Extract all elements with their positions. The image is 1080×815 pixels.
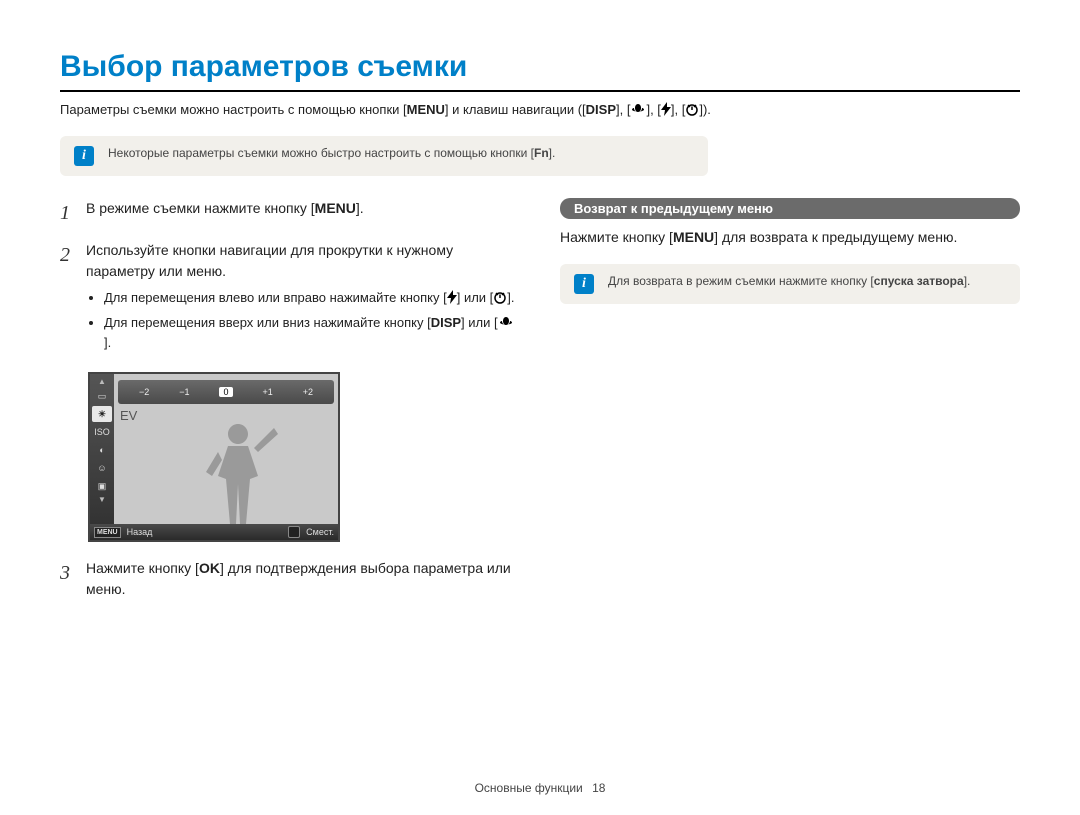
step-2-bullet-1: Для перемещения влево или вправо нажимай… (104, 288, 520, 308)
side-item-ev-selected: ☀ (92, 406, 112, 422)
scroll-up-arrow: ▲ (98, 378, 106, 386)
step-2-text: Используйте кнопки навигации для прокрут… (86, 242, 453, 279)
step-3-body: Нажмите кнопку [OK] для подтверждения вы… (86, 558, 520, 600)
step-1-prefix: В режиме съемки нажмите кнопку [ (86, 200, 315, 216)
step-1-number: 1 (60, 198, 76, 228)
timer-icon (685, 102, 699, 116)
timer-icon (493, 290, 507, 304)
intro-prefix: Параметры съемки можно настроить с помощ… (60, 102, 407, 117)
right-note-box: i Для возврата в режим съемки нажмите кн… (560, 264, 1020, 304)
screen-canvas: −2 −1 0 +1 +2 EV (114, 374, 338, 524)
ok-button-label: OK (199, 560, 220, 576)
disp-button-label: DISP (586, 102, 616, 117)
right-note-suffix: ]. (964, 274, 971, 288)
return-prefix: Нажмите кнопку [ (560, 229, 673, 245)
side-item-metering: ▣ (92, 478, 112, 494)
page-title: Выбор параметров съемки (60, 50, 1020, 92)
return-text: Нажмите кнопку [MENU] для возврата к пре… (560, 227, 1020, 248)
menu-button-label: MENU (407, 102, 445, 117)
top-note-box: i Некоторые параметры съемки можно быстр… (60, 136, 708, 176)
ev-tick-selected: 0 (219, 387, 232, 397)
fn-button-label: Fn (534, 146, 549, 160)
b2-mid: ] или [ (461, 315, 498, 330)
two-column-layout: 1 В режиме съемки нажмите кнопку [MENU].… (60, 198, 1020, 613)
ev-tick: +1 (262, 387, 272, 397)
step-3: 3 Нажмите кнопку [OK] для подтверждения … (60, 558, 520, 600)
flash-icon (447, 290, 457, 304)
footer-back-label: Назад (127, 527, 153, 537)
screen-sidebar: ▲ ▭ ☀ ISO ◐ ☺ ▣ ▼ (90, 374, 114, 524)
intro-sep2: ], [ (646, 102, 660, 117)
macro-icon (498, 315, 514, 329)
b2-prefix: Для перемещения вверх или вниз нажимайте… (104, 315, 431, 330)
right-note-prefix: Для возврата в режим съемки нажмите кноп… (608, 274, 874, 288)
footer-move-label: Смест. (306, 527, 334, 537)
return-heading: Возврат к предыдущему меню (560, 198, 1020, 219)
side-item-wb: ◐ (92, 442, 112, 458)
footer-nav-chip (288, 526, 300, 538)
intro-paragraph: Параметры съемки можно настроить с помощ… (60, 100, 1020, 120)
ev-label: EV (120, 408, 137, 423)
step-1: 1 В режиме съемки нажмите кнопку [MENU]. (60, 198, 520, 228)
top-note-suffix: ]. (549, 146, 556, 160)
top-note-text: Некоторые параметры съемки можно быстро … (108, 146, 555, 160)
step-1-suffix: ]. (356, 200, 364, 216)
step-1-body: В режиме съемки нажмите кнопку [MENU]. (86, 198, 520, 228)
ev-tick: −2 (139, 387, 149, 397)
b1-suffix: ]. (507, 290, 514, 305)
manual-page: Выбор параметров съемки Параметры съемки… (0, 0, 1080, 815)
footer-section: Основные функции (475, 781, 583, 795)
menu-button-label: MENU (673, 229, 714, 245)
step-2-body: Используйте кнопки навигации для прокрут… (86, 240, 520, 361)
step-2-bullet-2: Для перемещения вверх или вниз нажимайте… (104, 313, 520, 352)
return-suffix: ] для возврата к предыдущему меню. (714, 229, 957, 245)
screen-footer-bar: MENU Назад Смест. (90, 524, 338, 540)
step-2: 2 Используйте кнопки навигации для прокр… (60, 240, 520, 361)
menu-button-label: MENU (315, 200, 356, 216)
left-column: 1 В режиме съемки нажмите кнопку [MENU].… (60, 198, 520, 613)
note-icon: i (74, 146, 94, 166)
scroll-down-arrow: ▼ (98, 496, 106, 504)
side-item-face: ☺ (92, 460, 112, 476)
intro-end: ]). (699, 102, 711, 117)
step-3-prefix: Нажмите кнопку [ (86, 560, 199, 576)
side-item-iso: ISO (92, 424, 112, 440)
page-footer: Основные функции 18 (0, 781, 1080, 795)
ev-tick: +2 (303, 387, 313, 397)
side-item-size: ▭ (92, 388, 112, 404)
step-2-sublist: Для перемещения влево или вправо нажимай… (104, 288, 520, 353)
note-icon: i (574, 274, 594, 294)
top-note-prefix: Некоторые параметры съемки можно быстро … (108, 146, 534, 160)
ev-tick: −1 (179, 387, 189, 397)
step-2-number: 2 (60, 240, 76, 361)
intro-mid: ] и клавиш навигации ([ (445, 102, 586, 117)
page-number: 18 (592, 781, 605, 795)
footer-menu-chip: MENU (94, 527, 121, 538)
b2-suffix: ]. (104, 335, 111, 350)
shutter-button-label: спуска затвора (874, 274, 964, 288)
flash-icon (661, 102, 671, 116)
b1-mid: ] или [ (457, 290, 494, 305)
person-silhouette (178, 404, 298, 524)
intro-sep1: ], [ (616, 102, 630, 117)
right-note-text: Для возврата в режим съемки нажмите кноп… (608, 274, 970, 288)
camera-screen-illustration: ▲ ▭ ☀ ISO ◐ ☺ ▣ ▼ −2 −1 0 +1 +2 (88, 372, 340, 542)
macro-icon (630, 102, 646, 116)
intro-sep3: ], [ (671, 102, 685, 117)
b1-prefix: Для перемещения влево или вправо нажимай… (104, 290, 447, 305)
disp-button-label: DISP (431, 315, 461, 330)
right-column: Возврат к предыдущему меню Нажмите кнопк… (560, 198, 1020, 613)
ev-scale-bar: −2 −1 0 +1 +2 (118, 380, 334, 404)
step-3-number: 3 (60, 558, 76, 600)
